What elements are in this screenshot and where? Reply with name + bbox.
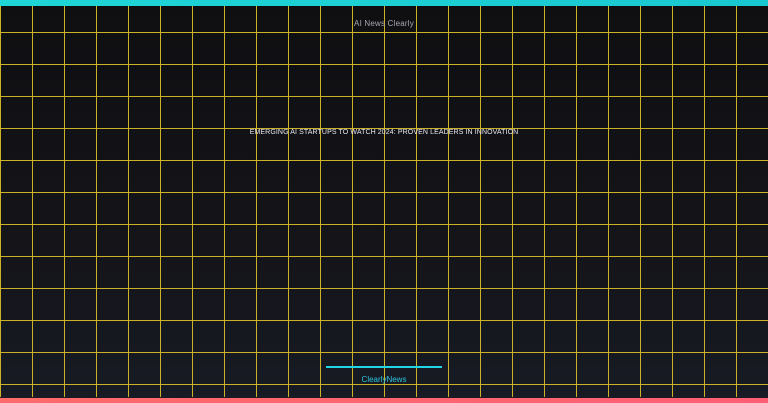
footer-brand: ClearlyNews [361, 375, 407, 384]
footer-divider [326, 366, 442, 368]
page-headline: EMERGING AI STARTUPS TO WATCH 2024: PROV… [249, 129, 519, 136]
bottom-accent-bar [0, 398, 768, 403]
brand-title: AI News Clearly [354, 19, 414, 28]
background-grid [0, 6, 768, 397]
page-canvas: AI News Clearly EMERGING AI STARTUPS TO … [0, 0, 768, 403]
